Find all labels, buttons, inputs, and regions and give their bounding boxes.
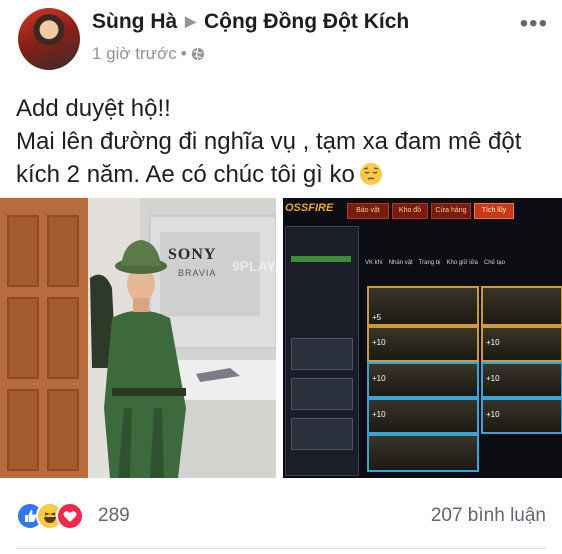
game-subtab-3[interactable]: Trang bị xyxy=(419,260,441,266)
weapon-slot[interactable]: +10 xyxy=(481,326,562,362)
post-text-line-3: kích 2 năm. Ae có chúc tôi gì ko xyxy=(16,158,551,191)
post-text-line-2: Mai lên đường đi nghĩa vụ , tạm xa đam m… xyxy=(16,128,522,155)
more-options-button[interactable]: ••• xyxy=(520,10,548,38)
globe-icon[interactable] xyxy=(191,47,205,61)
game-tab-1[interactable]: Bảo vật xyxy=(347,203,389,219)
watermark-text: 9PLAY.VN xyxy=(232,258,276,274)
weapon-slot[interactable]: +10 xyxy=(481,362,562,398)
game-tab-4[interactable]: Tích lũy xyxy=(474,203,514,219)
tv-brand-text: SONY xyxy=(168,246,217,263)
meta-separator: • xyxy=(180,44,187,63)
game-subtab-1[interactable]: VK khí xyxy=(365,260,383,266)
post-text: Add duyệt hộ!! Mai lên đường đi nghĩa vụ… xyxy=(16,92,551,191)
game-tab-2[interactable]: Kho đồ xyxy=(392,203,428,219)
weapon-slot[interactable]: +10 xyxy=(481,398,562,434)
weapon-slot[interactable]: +10 xyxy=(367,398,479,434)
player-item-box xyxy=(291,338,353,370)
reactions-bar: 289 207 bình luận xyxy=(0,498,562,534)
game-subtab-2[interactable]: Nhân vật xyxy=(389,260,413,266)
weapon-slot[interactable] xyxy=(481,286,562,326)
pensive-face-emoji-icon xyxy=(359,163,382,185)
player-stat-bar xyxy=(291,256,351,262)
game-logo: OSSFIRE xyxy=(285,202,334,214)
author-name[interactable]: Sùng Hà xyxy=(92,10,177,33)
photo-game-inventory[interactable]: OSSFIRE Bảo vật Kho đồ Cửa hàng Tích lũy… xyxy=(283,198,562,478)
weapon-slot[interactable] xyxy=(367,434,479,472)
caret-right-icon: ▶ xyxy=(185,13,196,29)
tv-model-text: BRAVIA xyxy=(178,268,217,278)
post-photos: SONY BRAVIA 9PLAY.VN OSSFIRE Bảo vật Kho… xyxy=(0,198,562,478)
game-tabs: Bảo vật Kho đồ Cửa hàng Tích lũy xyxy=(347,203,514,219)
weapon-slot[interactable]: +5 xyxy=(367,286,479,326)
post-text-line-3-text: kích 2 năm. Ae có chúc tôi gì ko xyxy=(16,161,355,188)
reaction-icons[interactable] xyxy=(16,502,96,530)
game-subtab-4[interactable]: Kho giữ lửa xyxy=(447,260,478,266)
weapon-slot[interactable]: +10 xyxy=(367,326,479,362)
soldier-photo-illustration xyxy=(0,198,276,478)
game-tab-3[interactable]: Cửa hàng xyxy=(431,203,471,219)
game-subtab-5[interactable]: Chế tạo xyxy=(484,260,505,266)
player-item-box-3 xyxy=(291,418,353,450)
comment-count[interactable]: 207 bình luận xyxy=(431,505,546,527)
reaction-count[interactable]: 289 xyxy=(98,505,130,527)
post-header: Sùng Hà ▶ Cộng Đồng Đột Kích 1 giờ trước • … xyxy=(0,0,562,80)
photo-soldier[interactable]: SONY BRAVIA 9PLAY.VN xyxy=(0,198,276,478)
avatar[interactable] xyxy=(18,8,80,70)
group-name[interactable]: Cộng Đồng Đột Kích xyxy=(204,10,409,33)
weapon-slot[interactable]: +10 xyxy=(367,362,479,398)
author-line: Sùng Hà ▶ Cộng Đồng Đột Kích xyxy=(92,10,409,34)
post-timestamp[interactable]: 1 giờ trước xyxy=(92,44,177,63)
divider xyxy=(16,548,546,549)
post-text-line-1: Add duyệt hộ!! xyxy=(16,95,171,122)
post-meta: 1 giờ trước • xyxy=(92,44,205,64)
player-item-box-2 xyxy=(291,378,353,410)
love-icon xyxy=(56,502,84,530)
game-subtabs: VK khí Nhân vật Trang bị Kho giữ lửa Chế… xyxy=(365,260,505,266)
